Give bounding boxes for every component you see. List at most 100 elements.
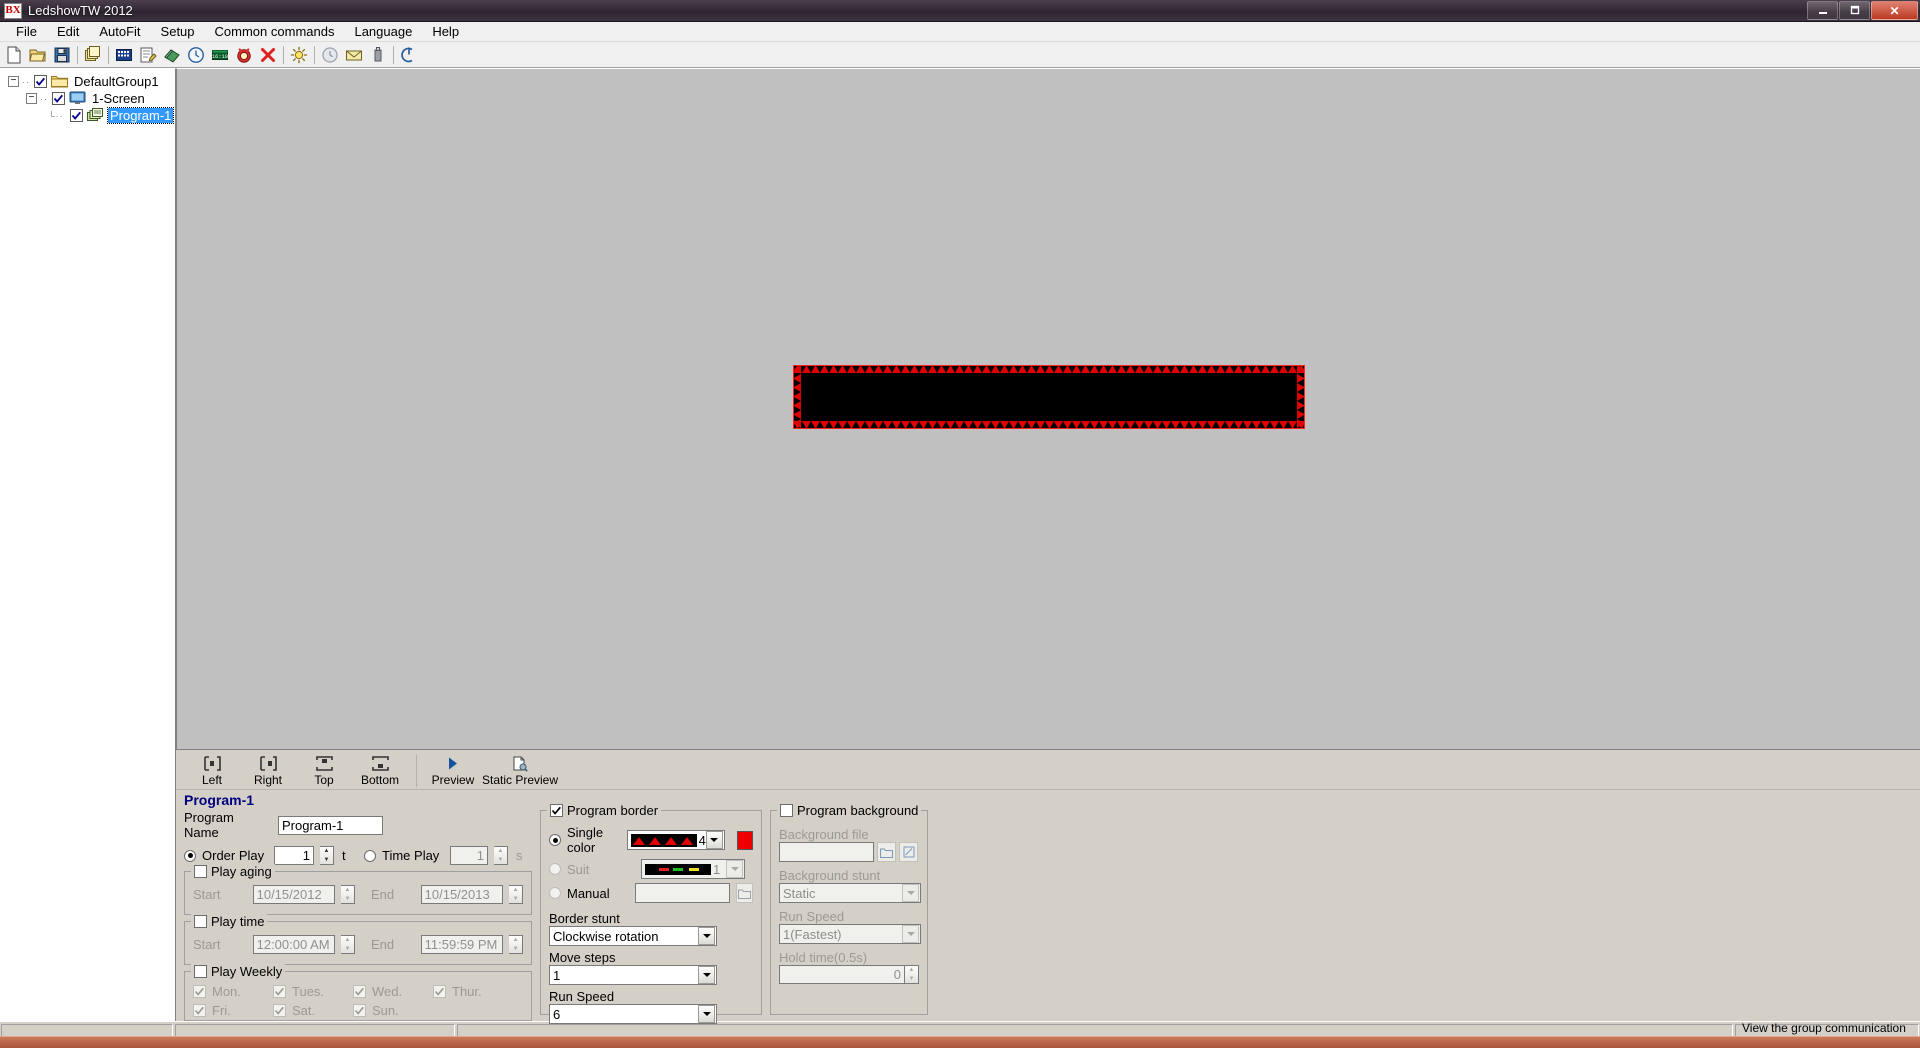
menu-item-autofit[interactable]: AutoFit	[89, 22, 150, 41]
menu-item-common-commands[interactable]: Common commands	[205, 22, 345, 41]
add-text-button[interactable]	[112, 43, 136, 67]
background-run-speed-combo[interactable]: 1(Fastest)	[779, 924, 921, 944]
align-bottom-button[interactable]: Bottom	[352, 754, 408, 789]
suit-radio[interactable]	[549, 863, 561, 875]
weekday-checkbox[interactable]	[353, 985, 366, 998]
play-aging-end-stepper[interactable]: ▲ ▼	[509, 885, 523, 904]
save-file-button[interactable]	[50, 43, 74, 67]
time-play-input[interactable]: 1	[450, 846, 488, 865]
play-aging-end-input[interactable]: 10/15/2013	[420, 885, 504, 904]
program-border-checkbox[interactable]	[550, 804, 563, 817]
menu-item-language[interactable]: Language	[344, 22, 422, 41]
add-time-button[interactable]: 16:18	[208, 43, 232, 67]
play-aging-start-stepper[interactable]: ▲ ▼	[341, 885, 355, 904]
tree-checkbox[interactable]	[70, 109, 83, 122]
static-preview-button[interactable]: Static Preview	[481, 754, 559, 789]
tree-checkbox[interactable]	[52, 92, 65, 105]
play-time-end-stepper[interactable]: ▲ ▼	[509, 935, 523, 954]
menu-item-file[interactable]: File	[6, 22, 47, 41]
program-name-input[interactable]: Program-1	[278, 815, 383, 835]
add-picture-button[interactable]	[160, 43, 184, 67]
move-steps-combo[interactable]: 1	[549, 965, 717, 985]
chevron-down-icon[interactable]	[698, 927, 715, 945]
chevron-down-icon[interactable]	[698, 966, 715, 984]
align-left-button[interactable]: Left	[184, 754, 240, 789]
weekday-tues[interactable]: Tues.	[273, 984, 353, 999]
new-program-button[interactable]	[81, 43, 105, 67]
weekday-checkbox[interactable]	[193, 985, 206, 998]
chevron-down-icon[interactable]	[698, 1005, 715, 1023]
weekday-thur[interactable]: Thur.	[433, 984, 513, 999]
led-screen-preview[interactable]	[793, 365, 1305, 429]
background-stunt-combo[interactable]: Static	[779, 883, 921, 903]
suit-pattern-combo[interactable]: 1	[641, 859, 745, 879]
brightness-button[interactable]	[287, 43, 311, 67]
close-button[interactable]: ✕	[1871, 1, 1918, 20]
play-weekly-checkbox[interactable]	[194, 965, 207, 978]
manual-browse-button[interactable]	[736, 883, 753, 903]
weekday-mon[interactable]: Mon.	[193, 984, 273, 999]
weekday-checkbox[interactable]	[193, 1004, 206, 1017]
play-time-checkbox[interactable]	[194, 915, 207, 928]
align-top-button[interactable]: Top	[296, 754, 352, 789]
border-color-swatch[interactable]	[736, 830, 753, 850]
background-edit-button[interactable]	[899, 842, 918, 862]
delete-button[interactable]	[256, 43, 280, 67]
tree-node-1-screen[interactable]: − ·· 1-Screen	[2, 90, 175, 107]
chevron-down-icon[interactable]	[902, 925, 919, 943]
expander-icon[interactable]: −	[26, 93, 37, 104]
play-time-start-stepper[interactable]: ▲ ▼	[341, 935, 355, 954]
single-color-pattern-combo[interactable]: 4	[626, 830, 725, 850]
menu-item-help[interactable]: Help	[422, 22, 469, 41]
maximize-button[interactable]	[1839, 1, 1870, 20]
chevron-down-icon[interactable]	[902, 884, 919, 902]
weekday-fri[interactable]: Fri.	[193, 1003, 273, 1018]
play-time-start-input[interactable]: 12:00:00 AM	[252, 935, 336, 954]
led-canvas[interactable]	[176, 68, 1920, 749]
expander-icon[interactable]: −	[8, 76, 19, 87]
order-play-stepper[interactable]: ▲ ▼	[320, 846, 334, 865]
menu-item-edit[interactable]: Edit	[47, 22, 89, 41]
background-browse-button[interactable]	[877, 842, 896, 862]
screen-power-button[interactable]	[397, 43, 421, 67]
usb-disk-button[interactable]	[366, 43, 390, 67]
manual-file-input[interactable]	[634, 883, 731, 903]
new-file-button[interactable]	[2, 43, 26, 67]
weekday-checkbox[interactable]	[433, 985, 446, 998]
add-clock-button[interactable]	[184, 43, 208, 67]
order-play-input[interactable]: 1	[274, 846, 314, 865]
chevron-down-icon[interactable]	[726, 860, 743, 878]
play-aging-start-input[interactable]: 10/15/2012	[252, 885, 336, 904]
time-play-stepper[interactable]: ▲ ▼	[494, 846, 508, 865]
align-right-button[interactable]: Right	[240, 754, 296, 789]
weekday-checkbox[interactable]	[273, 1004, 286, 1017]
chevron-down-icon[interactable]	[705, 831, 723, 849]
weekday-wed[interactable]: Wed.	[353, 984, 433, 999]
tree-node-program-1[interactable]: └·· Program-1	[2, 107, 175, 124]
hold-time-stepper[interactable]: ▲ ▼	[905, 965, 919, 984]
weekday-checkbox[interactable]	[273, 985, 286, 998]
open-file-button[interactable]	[26, 43, 50, 67]
weekday-sat[interactable]: Sat.	[273, 1003, 353, 1018]
border-run-speed-combo[interactable]: 6	[549, 1004, 717, 1024]
minimize-button[interactable]	[1807, 1, 1838, 20]
border-stunt-combo[interactable]: Clockwise rotation	[549, 926, 717, 946]
manual-radio[interactable]	[549, 887, 561, 899]
background-file-input[interactable]	[779, 842, 874, 862]
weekday-sun[interactable]: Sun.	[353, 1003, 433, 1018]
time-correction-button[interactable]	[318, 43, 342, 67]
menu-item-setup[interactable]: Setup	[151, 22, 205, 41]
weekday-checkbox[interactable]	[353, 1004, 366, 1017]
tree-checkbox[interactable]	[34, 75, 47, 88]
preview-button[interactable]: Preview	[425, 754, 481, 789]
hold-time-input[interactable]: 0	[779, 965, 905, 984]
order-play-radio[interactable]	[184, 849, 196, 862]
add-single-line-text-button[interactable]	[136, 43, 160, 67]
time-play-radio[interactable]	[364, 849, 376, 862]
play-time-end-input[interactable]: 11:59:59 PM	[420, 935, 504, 954]
single-color-radio[interactable]	[549, 834, 561, 846]
add-timer-button[interactable]	[232, 43, 256, 67]
send-mail-button[interactable]	[342, 43, 366, 67]
program-background-checkbox[interactable]	[780, 804, 793, 817]
play-aging-checkbox[interactable]	[194, 865, 207, 878]
